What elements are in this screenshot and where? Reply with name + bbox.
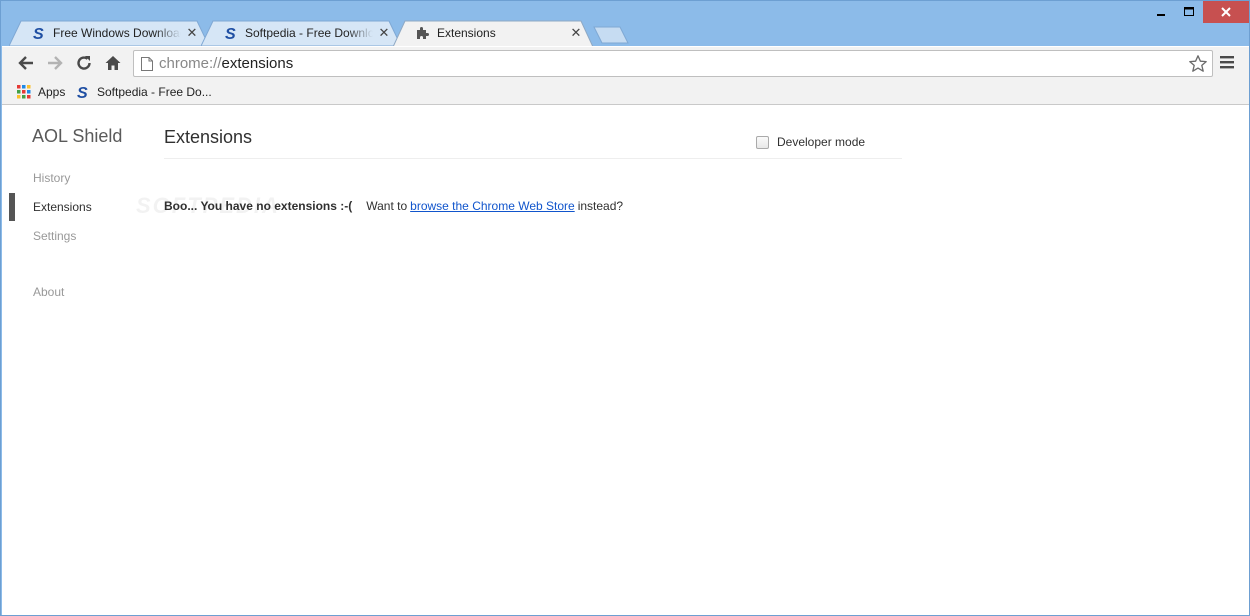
tab-title: Softpedia - Free Downloads <box>245 26 373 40</box>
softpedia-s-icon: S <box>75 84 91 100</box>
forward-arrow-icon <box>48 56 63 70</box>
address-bar[interactable]: chrome://extensions <box>133 50 1213 77</box>
sidebar-item-history[interactable]: History <box>33 171 70 185</box>
toolbar: chrome://extensions <box>2 46 1249 79</box>
reload-button[interactable] <box>73 52 95 74</box>
chrome-web-store-link[interactable]: browse the Chrome Web Store <box>410 199 575 213</box>
minimize-button[interactable] <box>1147 1 1175 23</box>
tab-close-icon[interactable]: ✕ <box>185 25 199 40</box>
developer-mode-toggle[interactable]: Developer mode <box>756 135 865 149</box>
svg-text:S: S <box>33 26 44 41</box>
window-controls <box>1147 1 1249 25</box>
tab-free-windows-downloads[interactable]: S Free Windows Downloads ✕ <box>9 20 209 46</box>
brand-title: AOL Shield <box>32 126 123 146</box>
close-icon <box>1221 7 1231 17</box>
menu-icon[interactable] <box>1219 54 1235 70</box>
maximize-icon <box>1184 7 1194 16</box>
bookmarks-bar: Apps S Softpedia - Free Do... <box>2 79 1249 105</box>
page-content: AOL Shield History Extensions Settings A… <box>2 105 1249 615</box>
softpedia-s-icon: S <box>223 25 239 41</box>
reload-icon <box>77 56 91 70</box>
active-nav-indicator <box>9 193 15 221</box>
empty-state-prefix: Want to <box>366 199 408 213</box>
new-tab-button[interactable] <box>593 26 629 44</box>
tab-extensions[interactable]: Extensions ✕ <box>393 20 593 46</box>
apps-grid-icon <box>16 84 32 100</box>
bookmark-label: Apps <box>38 85 66 99</box>
tab-title: Free Windows Downloads <box>53 26 181 40</box>
url-text[interactable]: chrome://extensions <box>159 55 293 72</box>
tab-softpedia[interactable]: S Softpedia - Free Downloads ✕ <box>201 20 401 46</box>
url-scheme: chrome:// <box>159 55 222 72</box>
svg-text:S: S <box>225 26 236 41</box>
empty-state-title: Boo... You have no extensions :-( <box>164 199 353 213</box>
page-icon <box>141 57 153 71</box>
tab-close-icon[interactable]: ✕ <box>377 25 391 40</box>
close-window-button[interactable] <box>1203 1 1249 23</box>
minimize-icon <box>1157 14 1165 16</box>
sidebar-item-about[interactable]: About <box>33 285 64 299</box>
tab-strip: S Free Windows Downloads ✕ S Softpedia -… <box>9 20 709 46</box>
puzzle-piece-icon <box>415 25 431 41</box>
bookmark-softpedia[interactable]: S Softpedia - Free Do... <box>75 83 212 101</box>
home-button[interactable] <box>102 52 124 74</box>
header-divider <box>164 158 902 159</box>
url-path: extensions <box>221 55 294 72</box>
page-title: Extensions <box>164 127 253 147</box>
svg-text:S: S <box>77 85 88 100</box>
sidebar-item-extensions[interactable]: Extensions <box>33 200 92 214</box>
empty-state-message: Boo... You have no extensions :-( Want t… <box>164 199 623 213</box>
back-button[interactable] <box>15 52 37 74</box>
maximize-button[interactable] <box>1175 1 1203 23</box>
browser-window: S Free Windows Downloads ✕ S Softpedia -… <box>0 0 1250 616</box>
empty-state-suffix: instead? <box>577 199 624 213</box>
back-arrow-icon <box>18 56 33 70</box>
bookmark-star-icon[interactable] <box>1188 54 1208 74</box>
tab-close-icon[interactable]: ✕ <box>569 25 583 40</box>
tab-title: Extensions <box>437 26 496 40</box>
bookmark-apps[interactable]: Apps <box>16 83 65 101</box>
sidebar-item-settings[interactable]: Settings <box>33 229 76 243</box>
home-icon <box>105 56 121 70</box>
forward-button[interactable] <box>44 52 66 74</box>
developer-mode-label: Developer mode <box>777 135 866 149</box>
softpedia-s-icon: S <box>31 25 47 41</box>
developer-mode-checkbox[interactable] <box>756 135 769 149</box>
bookmark-label: Softpedia - Free Do... <box>97 85 212 99</box>
